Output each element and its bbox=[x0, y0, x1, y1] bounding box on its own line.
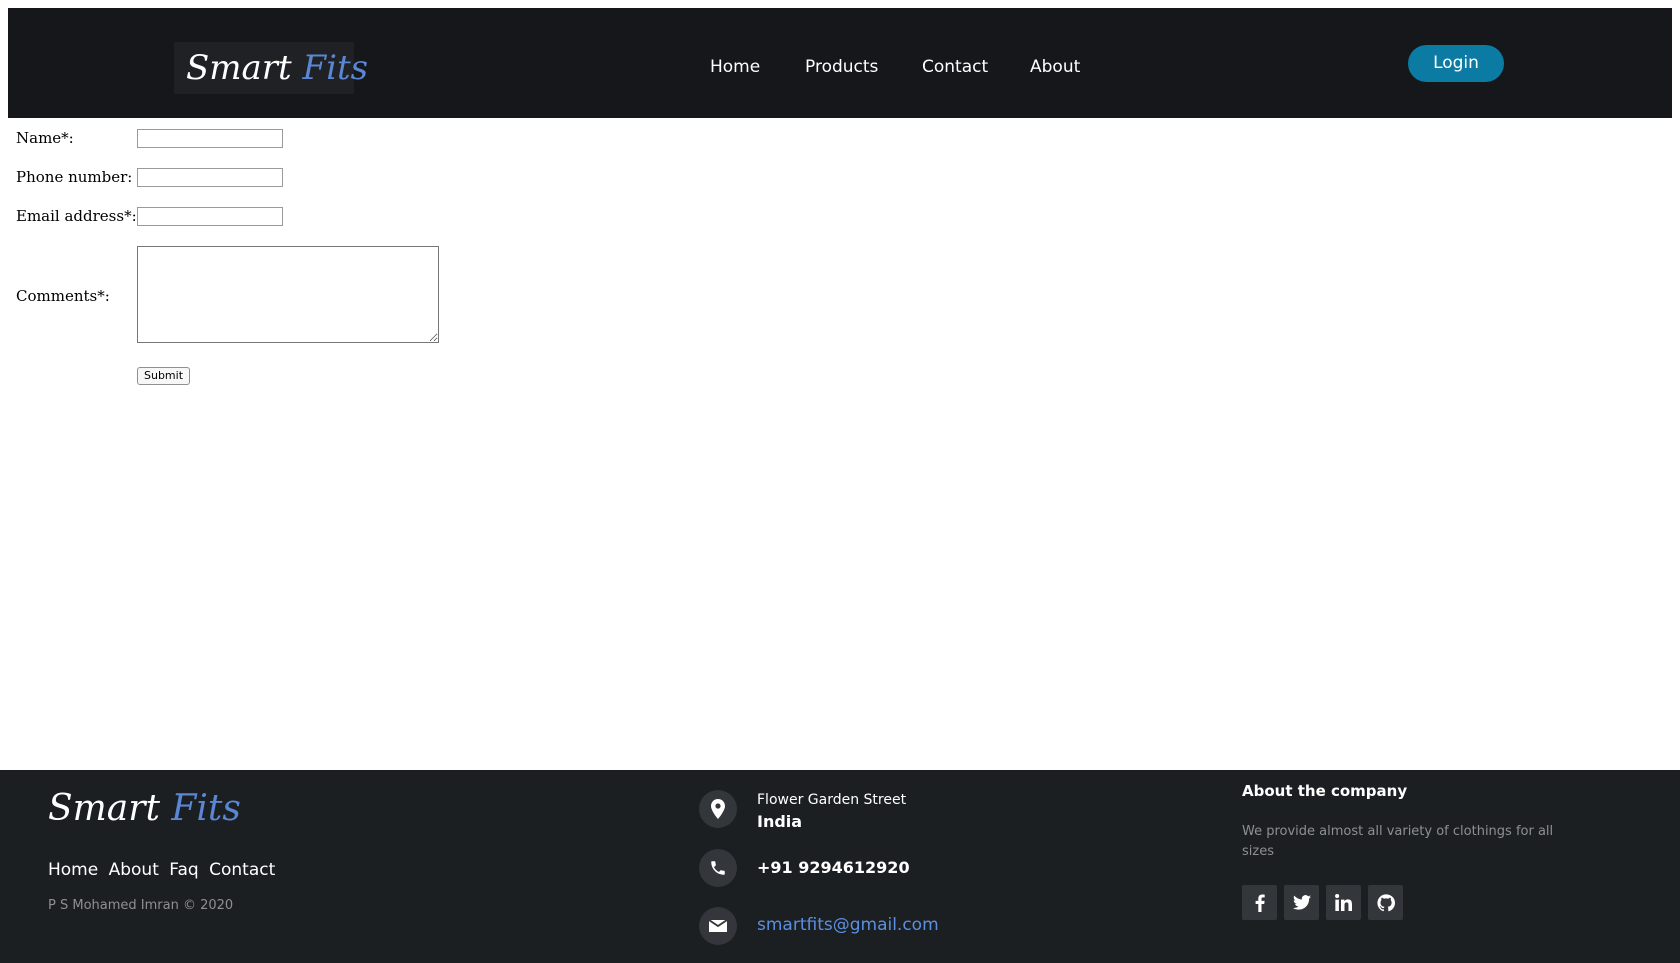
nav-products-link[interactable]: Products bbox=[805, 52, 878, 82]
phone-number: +91 9294612920 bbox=[757, 858, 910, 877]
email-label: Email address*: bbox=[16, 207, 137, 225]
about-title: About the company bbox=[1242, 782, 1408, 800]
site-header: Smart Fits Home Products Contact About L… bbox=[8, 8, 1672, 118]
name-input[interactable] bbox=[137, 129, 283, 148]
name-label: Name*: bbox=[16, 129, 74, 147]
footer-logo-word-smart: Smart bbox=[48, 788, 160, 829]
address-street: Flower Garden Street bbox=[757, 792, 907, 808]
site-footer: Smart Fits Home About Faq Contact P S Mo… bbox=[0, 770, 1680, 963]
map-marker-icon bbox=[699, 790, 737, 828]
footer-link-about[interactable]: About bbox=[109, 860, 159, 880]
envelope-icon bbox=[699, 907, 737, 945]
about-text: We provide almost all variety of clothin… bbox=[1242, 824, 1554, 859]
comments-label: Comments*: bbox=[16, 287, 110, 305]
nav-about-link[interactable]: About bbox=[1030, 52, 1080, 82]
footer-link-faq[interactable]: Faq bbox=[169, 860, 198, 880]
email-link[interactable]: smartfits@gmail.com bbox=[757, 915, 939, 935]
copyright-text: P S Mohamed Imran © 2020 bbox=[48, 898, 234, 913]
linkedin-icon[interactable] bbox=[1326, 885, 1361, 920]
facebook-icon[interactable] bbox=[1242, 885, 1277, 920]
nav-home-link[interactable]: Home bbox=[710, 52, 760, 82]
login-button[interactable]: Login bbox=[1408, 45, 1504, 82]
address-country: India bbox=[757, 812, 803, 831]
phone-label: Phone number: bbox=[16, 168, 133, 186]
footer-logo-word-fits: Fits bbox=[171, 788, 241, 829]
submit-button[interactable]: Submit bbox=[137, 367, 190, 385]
footer-link-contact[interactable]: Contact bbox=[209, 860, 275, 880]
github-icon[interactable] bbox=[1368, 885, 1403, 920]
nav-contact-link[interactable]: Contact bbox=[922, 52, 988, 82]
email-input[interactable] bbox=[137, 207, 283, 226]
phone-input[interactable] bbox=[137, 168, 283, 187]
footer-logo[interactable]: Smart Fits bbox=[48, 788, 241, 829]
comments-textarea[interactable] bbox=[137, 246, 439, 343]
footer-links: Home About Faq Contact bbox=[48, 860, 280, 880]
phone-icon bbox=[699, 849, 737, 887]
footer-link-home[interactable]: Home bbox=[48, 860, 98, 880]
twitter-icon[interactable] bbox=[1284, 885, 1319, 920]
